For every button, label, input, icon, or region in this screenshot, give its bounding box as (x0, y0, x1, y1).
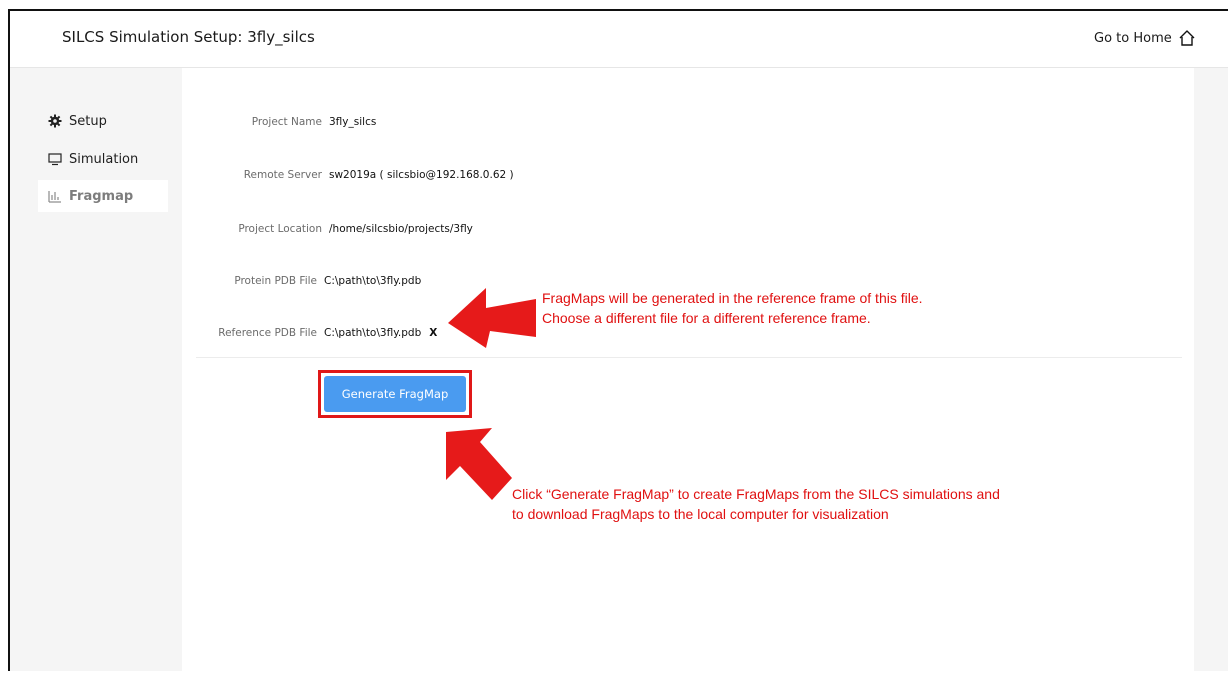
go-to-home-link[interactable]: Go to Home (1094, 29, 1196, 47)
protein-pdb-label: Protein PDB File (234, 275, 317, 287)
app-header: SILCS Simulation Setup: 3fly_silcs Go to… (10, 11, 1228, 68)
reference-pdb-path: C:\path\to\3fly.pdb (324, 327, 422, 339)
bar-chart-icon (48, 191, 61, 203)
sidebar-item-label: Fragmap (69, 188, 134, 204)
sidebar-item-setup[interactable]: Setup (38, 105, 168, 137)
reference-annotation-line1: FragMaps will be generated in the refere… (542, 290, 923, 306)
project-location-value: /home/silcsbio/projects/3fly (329, 223, 473, 235)
main-content: Project Name 3fly_silcs Remote Server sw… (182, 68, 1194, 673)
sidebar-item-label: Setup (69, 113, 107, 129)
remote-server-label: Remote Server (243, 169, 322, 181)
sidebar-item-simulation[interactable]: Simulation (38, 143, 168, 175)
reference-annotation-line2: Choose a different file for a different … (542, 310, 871, 326)
home-icon (1179, 30, 1195, 46)
sidebar-item-fragmap[interactable]: Fragmap (38, 180, 168, 212)
generate-fragmap-button[interactable]: Generate FragMap (324, 376, 466, 412)
remote-server-value: sw2019a ( silcsbio@192.168.0.62 ) (329, 169, 514, 181)
project-name-value: 3fly_silcs (329, 116, 377, 128)
arrow-up-left-icon (446, 428, 512, 500)
arrow-left-icon (448, 288, 536, 348)
divider (196, 357, 1182, 358)
project-name-label: Project Name (251, 116, 322, 128)
reference-pdb-value: C:\path\to\3fly.pdb X (324, 327, 437, 339)
reference-pdb-label: Reference PDB File (218, 327, 317, 339)
sidebar-item-label: Simulation (69, 151, 139, 167)
reference-annotation: FragMaps will be generated in the refere… (542, 288, 923, 328)
generate-annotation: Click “Generate FragMap” to create FragM… (512, 484, 1000, 524)
generate-annotation-line2: to download FragMaps to the local comput… (512, 506, 889, 522)
remove-reference-button[interactable]: X (429, 327, 437, 339)
go-to-home-label: Go to Home (1094, 30, 1172, 46)
sidebar: Setup Simulation Fragmap (10, 68, 180, 673)
gear-icon (48, 114, 62, 128)
monitor-icon (48, 153, 62, 166)
project-location-label: Project Location (238, 223, 322, 235)
app-window: SILCS Simulation Setup: 3fly_silcs Go to… (8, 9, 1228, 673)
generate-annotation-line1: Click “Generate FragMap” to create FragM… (512, 486, 1000, 502)
protein-pdb-value: C:\path\to\3fly.pdb (324, 275, 422, 287)
page-title: SILCS Simulation Setup: 3fly_silcs (62, 28, 315, 46)
